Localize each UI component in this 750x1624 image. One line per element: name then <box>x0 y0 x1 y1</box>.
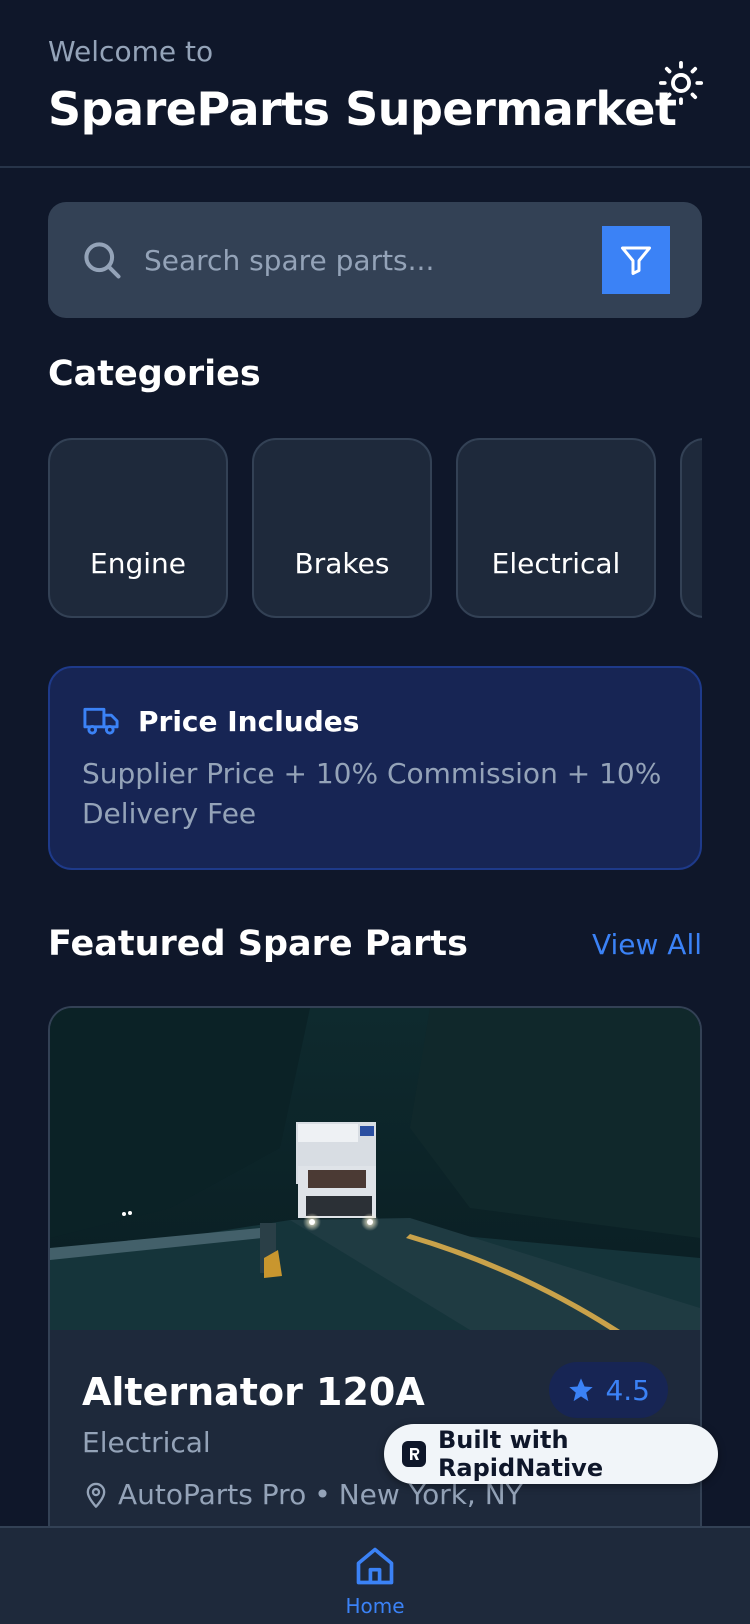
category-more[interactable] <box>680 438 702 618</box>
filter-icon <box>621 246 651 275</box>
bottom-navigation: Home <box>0 1526 750 1624</box>
view-all-link[interactable]: View All <box>592 928 702 961</box>
filter-button[interactable] <box>602 226 670 294</box>
price-info-text: Supplier Price + 10% Commission + 10% De… <box>82 757 662 830</box>
app-title: SpareParts Supermarket <box>48 82 677 136</box>
location-pin-icon <box>86 1482 106 1508</box>
category-label: Electrical <box>491 547 621 580</box>
rating-value: 4.5 <box>605 1373 650 1407</box>
category-engine[interactable]: Engine <box>48 438 228 618</box>
built-with-label: Built with RapidNative <box>437 1426 604 1482</box>
home-icon <box>356 1547 394 1585</box>
category-label: Engine <box>90 547 186 580</box>
category-label: Brakes <box>294 547 390 580</box>
category-brakes[interactable]: Brakes <box>252 438 432 618</box>
supplier-name: AutoParts Pro <box>118 1478 307 1511</box>
rapidnative-logo-icon <box>402 1441 426 1467</box>
categories-list: Engine Brakes Electrical <box>48 438 702 618</box>
product-name: Alternator 120A <box>82 1370 425 1414</box>
separator-dot: • <box>314 1478 331 1511</box>
built-with-badge[interactable]: Built with RapidNative <box>384 1424 718 1484</box>
price-info-card: Price Includes Supplier Price + 10% Comm… <box>48 666 702 870</box>
nav-home-label: Home <box>345 1594 405 1618</box>
theme-toggle-button[interactable] <box>656 58 706 108</box>
star-icon <box>569 1378 594 1402</box>
rating-badge: 4.5 <box>549 1362 668 1418</box>
price-info-title: Price Includes <box>138 704 360 738</box>
search-input[interactable] <box>144 232 614 288</box>
sun-icon <box>658 60 704 106</box>
app-header: Welcome to SpareParts Supermarket <box>0 0 750 168</box>
nav-home-tab[interactable]: Home <box>345 1544 405 1618</box>
truck-icon <box>83 707 119 735</box>
product-category: Electrical <box>82 1426 211 1459</box>
product-image <box>50 1008 700 1330</box>
featured-heading: Featured Spare Parts <box>48 924 468 964</box>
welcome-text: Welcome to <box>48 35 214 68</box>
categories-heading: Categories <box>48 354 261 394</box>
category-electrical[interactable]: Electrical <box>456 438 656 618</box>
search-bar <box>48 202 702 318</box>
search-icon <box>84 242 121 279</box>
